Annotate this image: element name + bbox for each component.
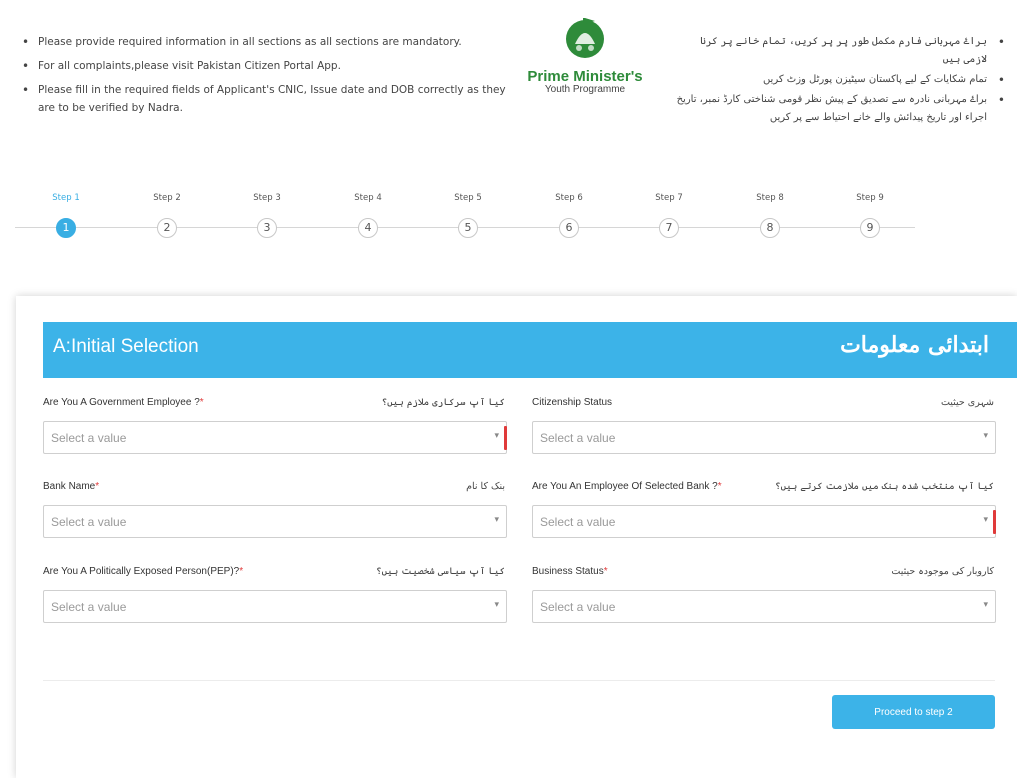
field-pep: Are You A Politically Exposed Person(PEP… [43, 566, 507, 623]
required-marker: * [239, 566, 244, 577]
step-5[interactable]: Step 5 5 [438, 190, 498, 238]
field-bank-name: Bank Name* بنک کا نام Select a value ▾ [43, 481, 507, 538]
step-label: Step 1 [52, 193, 80, 203]
step-3[interactable]: Step 3 3 [237, 190, 297, 238]
required-marker: * [199, 397, 204, 408]
proceed-to-step-2-button[interactable]: Proceed to step 2 [832, 695, 995, 729]
required-marker: * [717, 481, 722, 492]
step-label: Step 3 [253, 193, 281, 203]
step-6[interactable]: Step 6 6 [539, 190, 599, 238]
field-label: Are You A Government Employee ?* [43, 397, 204, 408]
bank-name-select[interactable]: Select a value ▾ [43, 505, 507, 538]
field-business-status: Business Status* کاروبار کی موجودہ حیثیت… [532, 566, 996, 623]
step-8[interactable]: Step 8 8 [740, 190, 800, 238]
progress-stepper: Step 1 1 Step 2 2 Step 3 3 Step 4 4 Step… [15, 190, 915, 250]
field-label-ur: کیا آپ سیاسی شخصیت ہیں؟ [376, 566, 505, 577]
step-number: 1 [56, 218, 76, 238]
select-placeholder: Select a value [540, 431, 616, 445]
caret-down-icon: ▾ [983, 515, 988, 525]
field-label-ur: بنک کا نام [466, 481, 505, 492]
step-label: Step 9 [856, 193, 884, 203]
caret-down-icon: ▾ [983, 431, 988, 441]
business-status-select[interactable]: Select a value ▾ [532, 590, 996, 623]
instruction-item-ur: تمام شکایات کے لیے پاکستان سیٹیزن پورٹل … [675, 71, 1005, 89]
step-number: 8 [760, 218, 780, 238]
step-label: Step 6 [555, 193, 583, 203]
step-1[interactable]: Step 1 1 [36, 190, 96, 238]
step-label: Step 7 [655, 193, 683, 203]
select-placeholder: Select a value [540, 600, 616, 614]
caret-down-icon: ▾ [983, 600, 988, 610]
step-7[interactable]: Step 7 7 [639, 190, 699, 238]
government-employee-select[interactable]: Select a value ▾ [43, 421, 507, 454]
form-card: A:Initial Selection ابتدائی معلومات Are … [16, 296, 1017, 778]
step-number: 6 [559, 218, 579, 238]
caret-down-icon: ▾ [494, 431, 499, 441]
step-label: Step 4 [354, 193, 382, 203]
logo-title: Prime Minister's [527, 68, 643, 85]
field-label-ur: کیا آپ منتخب شدہ بنک میں ملازمت کرتے ہیں… [775, 481, 994, 492]
select-placeholder: Select a value [51, 515, 127, 529]
required-marker: * [603, 566, 608, 577]
step-number: 5 [458, 218, 478, 238]
field-label: Citizenship Status [532, 397, 613, 408]
step-9[interactable]: Step 9 9 [840, 190, 900, 238]
caret-down-icon: ▾ [494, 600, 499, 610]
section-title: A:Initial Selection [53, 336, 199, 357]
pm-youth-programme-logo: Prime Minister's Youth Programme [520, 14, 650, 95]
field-label: Are You An Employee Of Selected Bank ?* [532, 481, 722, 492]
select-placeholder: Select a value [51, 600, 127, 614]
step-number: 7 [659, 218, 679, 238]
step-label: Step 5 [454, 193, 482, 203]
instruction-item: Please fill in the required fields of Ap… [22, 81, 512, 117]
field-label-ur: کیا آپ سرکاری ملازم ہیں؟ [381, 397, 505, 408]
field-bank-employee: Are You An Employee Of Selected Bank ?* … [532, 481, 996, 538]
step-number: 4 [358, 218, 378, 238]
step-label: Step 2 [153, 193, 181, 203]
required-marker: * [95, 481, 100, 492]
step-number: 9 [860, 218, 880, 238]
instruction-item-ur: براۓ مہربانی فارم مکمل طور پر پر کریں، ت… [675, 33, 1005, 69]
field-citizenship-status: Citizenship Status شہری حیثیت Select a v… [532, 397, 996, 454]
section-header: A:Initial Selection ابتدائی معلومات [43, 322, 1017, 378]
caret-down-icon: ▾ [494, 515, 499, 525]
field-label: Are You A Politically Exposed Person(PEP… [43, 566, 244, 577]
instruction-item: For all complaints,please visit Pakistan… [22, 57, 512, 75]
instruction-item: Please provide required information in a… [22, 33, 512, 51]
pep-select[interactable]: Select a value ▾ [43, 590, 507, 623]
select-placeholder: Select a value [540, 515, 616, 529]
select-placeholder: Select a value [51, 431, 127, 445]
logo-subtitle: Youth Programme [544, 84, 626, 95]
instructions-en: Please provide required information in a… [22, 33, 512, 123]
bank-employee-select[interactable]: Select a value ▾ [532, 505, 996, 538]
section-title-ur: ابتدائی معلومات [840, 332, 989, 358]
step-label: Step 8 [756, 193, 784, 203]
citizenship-status-select[interactable]: Select a value ▾ [532, 421, 996, 454]
step-number: 3 [257, 218, 277, 238]
field-label: Bank Name* [43, 481, 100, 492]
field-label-ur: شہری حیثیت [940, 397, 994, 408]
form-divider [43, 680, 995, 681]
instruction-item-ur: براۓ مہربانی نادرہ سے تصدیق کے پیش نظر ق… [675, 91, 1005, 127]
step-2[interactable]: Step 2 2 [137, 190, 197, 238]
field-label: Business Status* [532, 566, 608, 577]
field-government-employee: Are You A Government Employee ?* کیا آپ … [43, 397, 507, 454]
pm-emblem-icon [566, 18, 604, 58]
instructions-ur: براۓ مہربانی فارم مکمل طور پر پر کریں، ت… [675, 33, 1005, 129]
step-4[interactable]: Step 4 4 [338, 190, 398, 238]
field-label-ur: کاروبار کی موجودہ حیثیت [891, 566, 994, 577]
step-number: 2 [157, 218, 177, 238]
